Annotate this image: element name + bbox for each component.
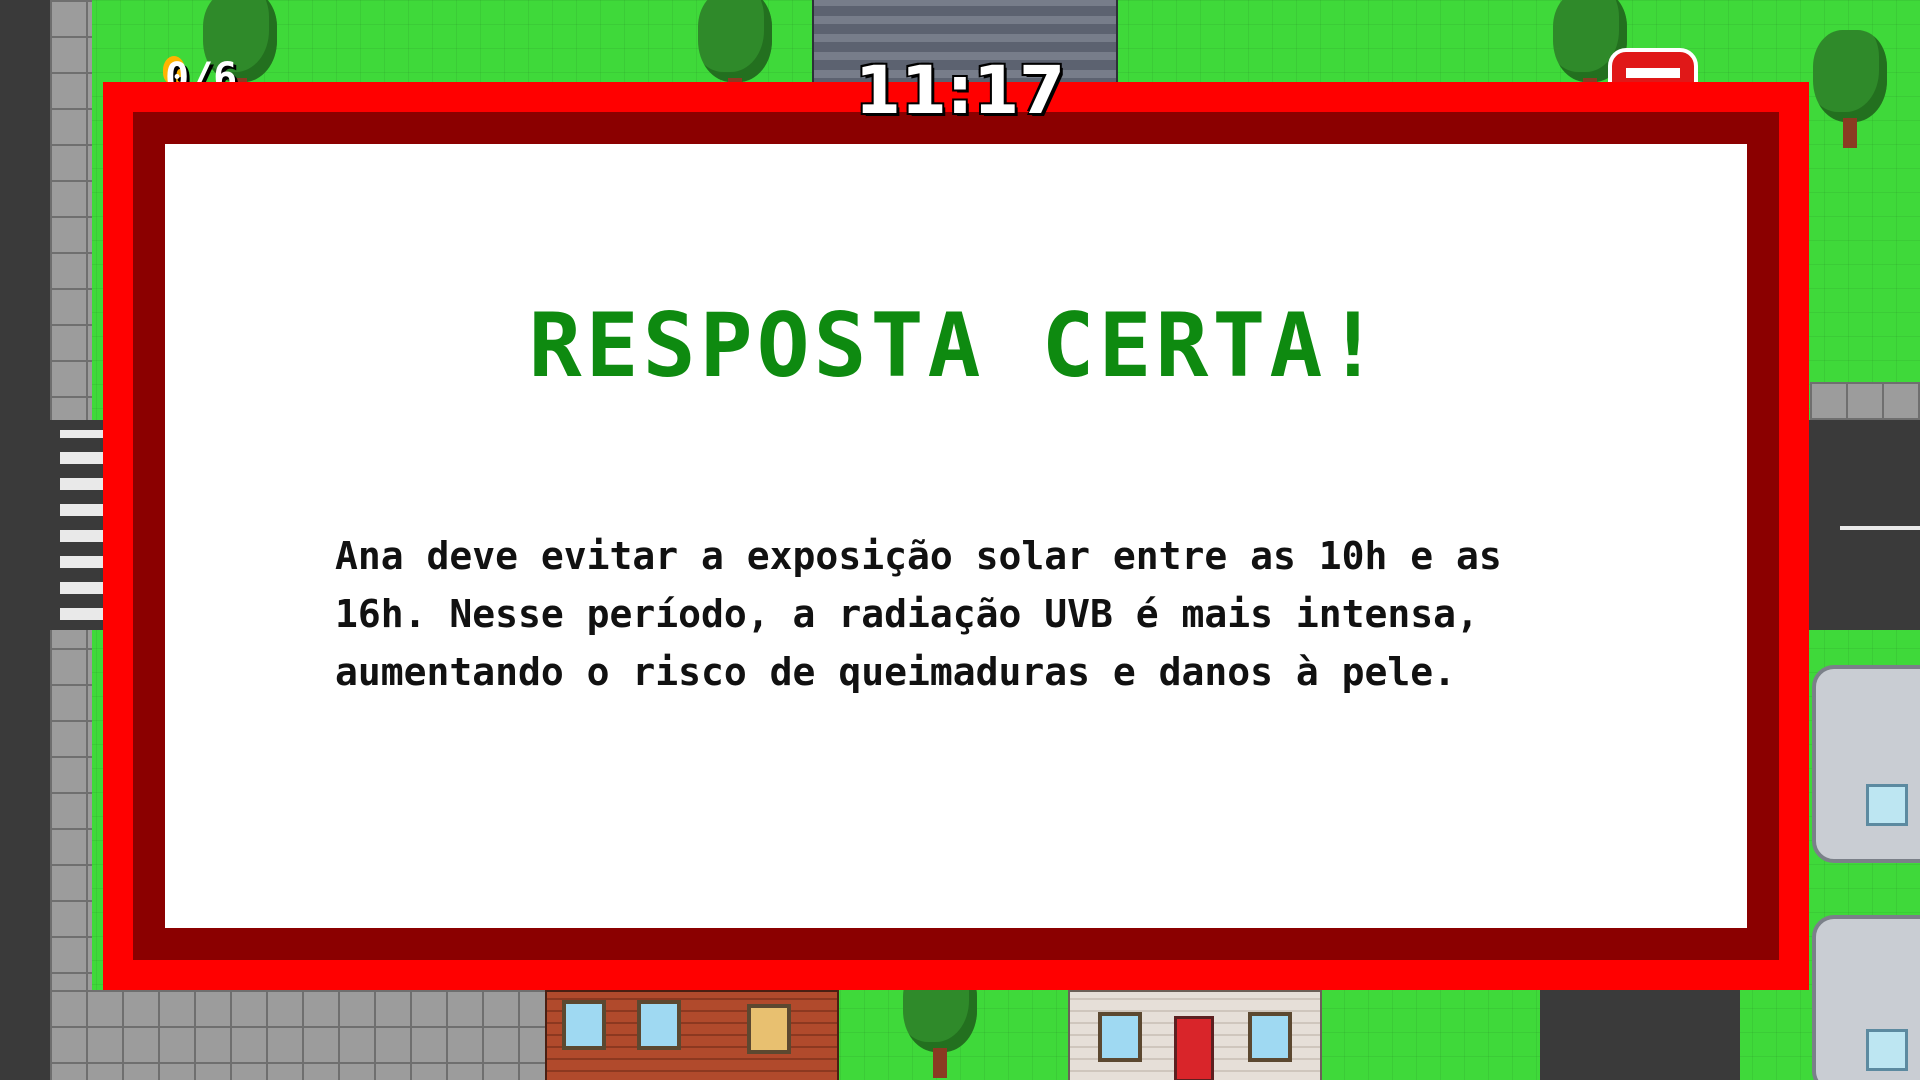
modal-content: RESPOSTA CERTA! Ana deve evitar a exposi… (165, 144, 1747, 928)
brick-building (545, 990, 839, 1080)
window (637, 1000, 681, 1050)
sidewalk-right-top (1810, 382, 1920, 420)
road-vertical-bottom (1540, 990, 1740, 1080)
window (747, 1004, 791, 1054)
window (1248, 1012, 1292, 1062)
house-door (1174, 1016, 1214, 1080)
sidewalk-bottom (50, 990, 550, 1080)
crosswalk-left (60, 430, 104, 620)
modal-title: RESPOSTA CERTA! (528, 294, 1384, 397)
window (1098, 1012, 1142, 1062)
lane-marking (1840, 526, 1920, 530)
white-house (1068, 990, 1322, 1080)
bus (1812, 915, 1920, 1080)
game-timer: 11:17 (854, 52, 1066, 129)
window (562, 1000, 606, 1050)
bus (1812, 665, 1920, 863)
feedback-modal: RESPOSTA CERTA! Ana deve evitar a exposi… (103, 82, 1809, 990)
modal-message: Ana deve evitar a exposição solar entre … (335, 534, 1502, 694)
modal-frame: RESPOSTA CERTA! Ana deve evitar a exposi… (133, 112, 1779, 960)
